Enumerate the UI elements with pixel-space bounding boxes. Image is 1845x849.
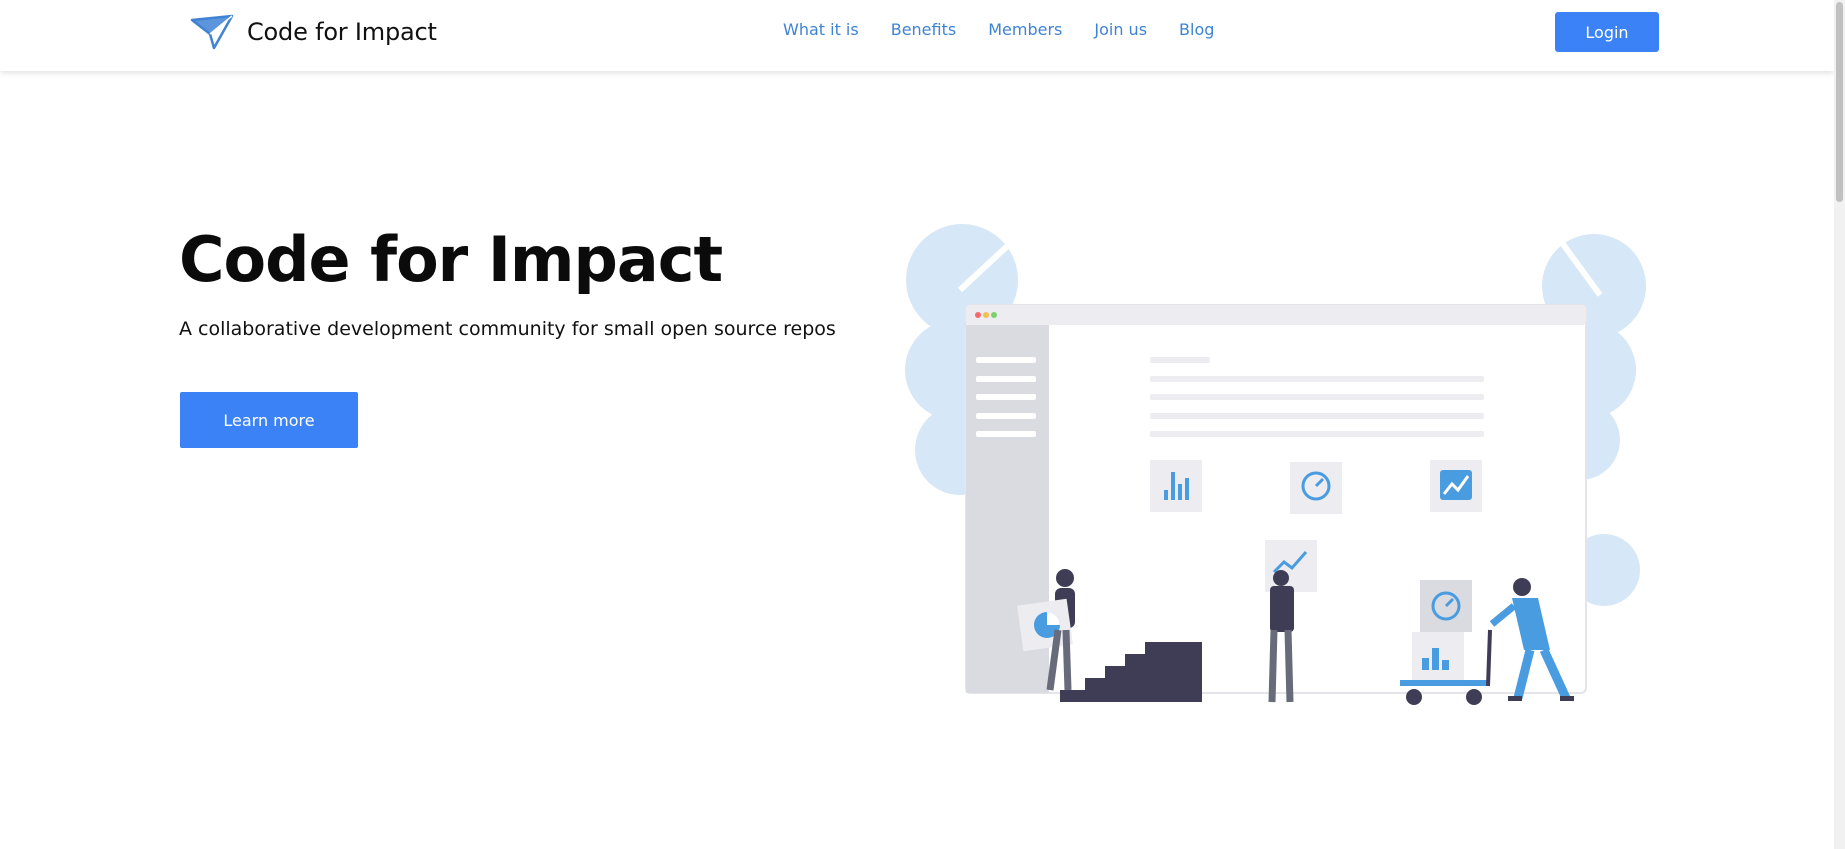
nav-join-us[interactable]: Join us xyxy=(1094,20,1147,39)
hero-subtitle: A collaborative development community fo… xyxy=(179,318,836,340)
hero-title: Code for Impact xyxy=(179,223,723,296)
learn-more-button[interactable]: Learn more xyxy=(180,392,358,448)
brand-name: Code for Impact xyxy=(247,18,437,46)
main-nav: What it is Benefits Members Join us Blog xyxy=(783,20,1246,39)
nav-blog[interactable]: Blog xyxy=(1179,20,1214,39)
scrollbar-thumb[interactable] xyxy=(1836,2,1843,202)
nav-what-it-is[interactable]: What it is xyxy=(783,20,859,39)
nav-benefits[interactable]: Benefits xyxy=(891,20,957,39)
brand-link[interactable]: Code for Impact xyxy=(190,12,437,52)
top-navbar: Code for Impact What it is Benefits Memb… xyxy=(0,0,1834,71)
hero-illustration xyxy=(905,222,1646,705)
page-scrollbar[interactable] xyxy=(1834,0,1845,849)
login-button[interactable]: Login xyxy=(1555,12,1659,52)
nav-members[interactable]: Members xyxy=(988,20,1062,39)
paper-plane-logo-icon xyxy=(190,14,234,50)
